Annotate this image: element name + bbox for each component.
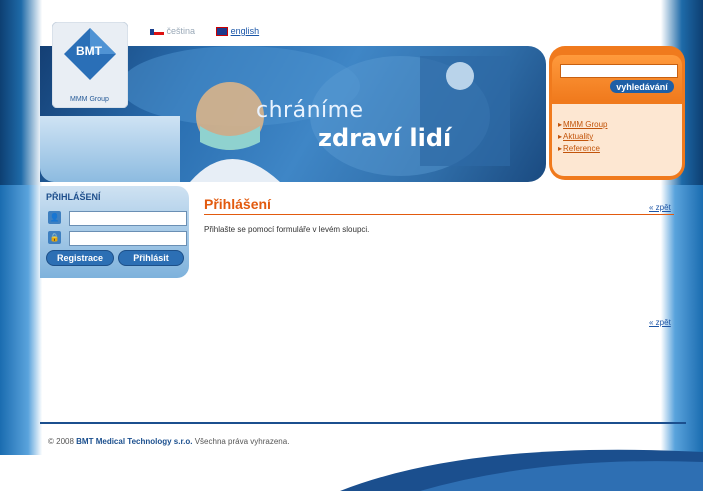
footer-divider bbox=[40, 422, 686, 424]
czech-flag-icon bbox=[150, 28, 164, 35]
footer-wave bbox=[340, 449, 703, 491]
password-field[interactable] bbox=[69, 231, 187, 246]
lock-icon: 🔒 bbox=[48, 231, 61, 244]
back-link-top[interactable]: « zpět bbox=[649, 203, 671, 212]
user-icon: 👤 bbox=[48, 211, 61, 224]
lang-czech-link[interactable]: čeština bbox=[167, 26, 196, 36]
quick-link-mmm-group[interactable]: MMM Group bbox=[558, 120, 607, 129]
login-title: PŘIHLÁŠENÍ bbox=[46, 192, 101, 202]
register-button[interactable]: Registrace bbox=[46, 250, 114, 266]
hero-left-panel bbox=[40, 116, 180, 182]
login-button[interactable]: Přihlásit bbox=[118, 250, 184, 266]
content-text: Přihlašte se pomocí formuláře v levém sl… bbox=[204, 225, 370, 234]
search-input[interactable] bbox=[560, 64, 678, 78]
page-title: Přihlášení bbox=[204, 196, 271, 212]
quick-link-aktuality[interactable]: Aktuality bbox=[558, 132, 593, 141]
lang-english-link[interactable]: english bbox=[231, 26, 260, 36]
search-button[interactable]: vyhledávání bbox=[610, 80, 674, 93]
back-link-bottom[interactable]: « zpět bbox=[649, 318, 671, 327]
logo-group-text: MMM Group bbox=[70, 96, 109, 103]
hero-headline-line1: chráníme bbox=[256, 98, 364, 123]
hero-headline-line2: zdraví lidí bbox=[318, 124, 452, 152]
logo-brand-text: BMT bbox=[76, 44, 102, 58]
search-panel-top bbox=[552, 55, 682, 101]
title-divider bbox=[204, 214, 674, 215]
uk-flag-icon bbox=[216, 27, 229, 37]
language-switcher: čeština english bbox=[150, 26, 260, 37]
username-field[interactable] bbox=[69, 211, 187, 226]
quick-link-reference[interactable]: Reference bbox=[558, 144, 600, 153]
